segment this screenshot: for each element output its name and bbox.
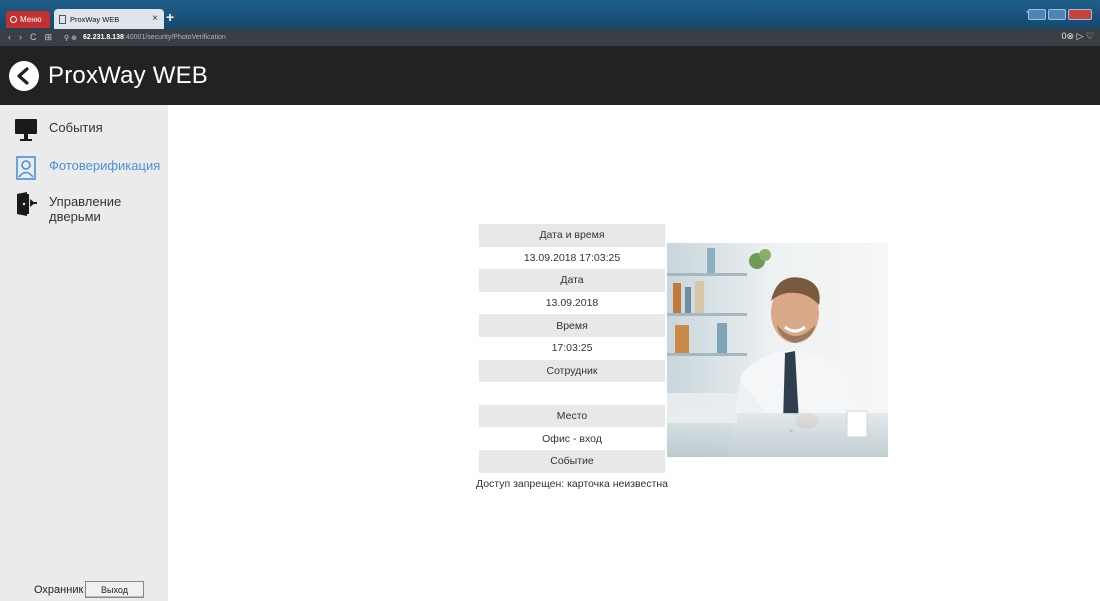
datetime-value: 13.09.2018 17:03:25 xyxy=(523,251,621,264)
date-label: Дата xyxy=(479,269,665,292)
app-header: ProxWay WEB xyxy=(0,46,1100,105)
sidebar-item-photoverification[interactable]: Фотоверификация xyxy=(0,155,168,181)
tab-title: ProxWay WEB xyxy=(70,14,120,24)
sidebar-item-label: Фотоверификация xyxy=(49,158,161,173)
sidebar: События Фотоверификация Управление дверь… xyxy=(0,105,168,601)
datetime-label: Дата и время xyxy=(479,224,665,247)
sidebar-item-label: Управление дверьми xyxy=(49,194,122,224)
sidebar-footer: Охранник Выход xyxy=(0,581,168,601)
monitor-icon xyxy=(15,119,37,141)
url-field[interactable]: ⚲ ⊕ 62.231.8.138:40001/security/PhotoVer… xyxy=(64,34,226,42)
browser-menu-button[interactable]: Меню xyxy=(6,11,50,28)
address-bar-extensions[interactable]: 0⊗ ▷ ♡ xyxy=(1061,31,1094,42)
url-path: :40001/security/PhotoVerification xyxy=(123,34,226,41)
place-value: Офис - вход xyxy=(542,432,602,445)
event-label: Событие xyxy=(479,449,665,473)
current-user-label: Охранник xyxy=(34,584,84,596)
back-nav-icon[interactable]: ‹ xyxy=(8,32,11,43)
employee-photo xyxy=(667,243,888,457)
security-icon: ⚲ ⊕ xyxy=(64,34,77,42)
maximize-button[interactable] xyxy=(1048,9,1066,20)
sidebar-item-door-control[interactable]: Управление дверьми xyxy=(0,191,168,224)
forward-nav-icon[interactable]: › xyxy=(19,32,22,43)
browser-tab-strip: Меню ProxWay WEB × + ⧩ xyxy=(0,0,1100,29)
browser-tab[interactable]: ProxWay WEB × xyxy=(54,9,164,29)
sidebar-item-events[interactable]: События xyxy=(0,117,168,143)
tab-close-icon[interactable]: × xyxy=(152,13,158,24)
app-title: ProxWay WEB xyxy=(48,61,208,89)
time-value: 17:03:25 xyxy=(551,342,593,355)
event-details: Дата и время 13.09.2018 17:03:25 Дата 13… xyxy=(476,224,668,495)
tab-favicon-icon xyxy=(59,14,66,24)
person-photo-icon xyxy=(16,156,36,180)
browser-menu-label: Меню xyxy=(20,15,42,24)
minimize-button[interactable] xyxy=(1028,9,1046,20)
door-icon xyxy=(17,192,37,216)
opera-logo-icon xyxy=(10,16,17,23)
close-window-button[interactable] xyxy=(1068,9,1092,20)
address-bar: ‹ › C ⊞ ⚲ ⊕ 62.231.8.138:40001/security/… xyxy=(0,29,1100,46)
sidebar-item-label: События xyxy=(49,120,103,135)
employee-value xyxy=(479,382,665,405)
url-host: 62.231.8.138 xyxy=(82,34,124,41)
back-arrow-icon[interactable] xyxy=(9,60,39,91)
event-value: Доступ запрещен: карточка неизвестна xyxy=(475,477,669,490)
employee-label: Сотрудник xyxy=(479,359,665,383)
time-label: Время xyxy=(479,314,665,337)
place-label: Место xyxy=(479,404,665,428)
reload-icon[interactable]: C xyxy=(30,32,37,43)
speed-dial-icon[interactable]: ⊞ xyxy=(45,32,53,43)
new-tab-button[interactable]: + xyxy=(166,9,174,25)
window-controls xyxy=(1028,9,1092,20)
nav-buttons: ‹ › C ⊞ xyxy=(8,32,52,43)
date-value: 13.09.2018 xyxy=(545,297,599,310)
logout-button[interactable]: Выход xyxy=(85,581,144,598)
